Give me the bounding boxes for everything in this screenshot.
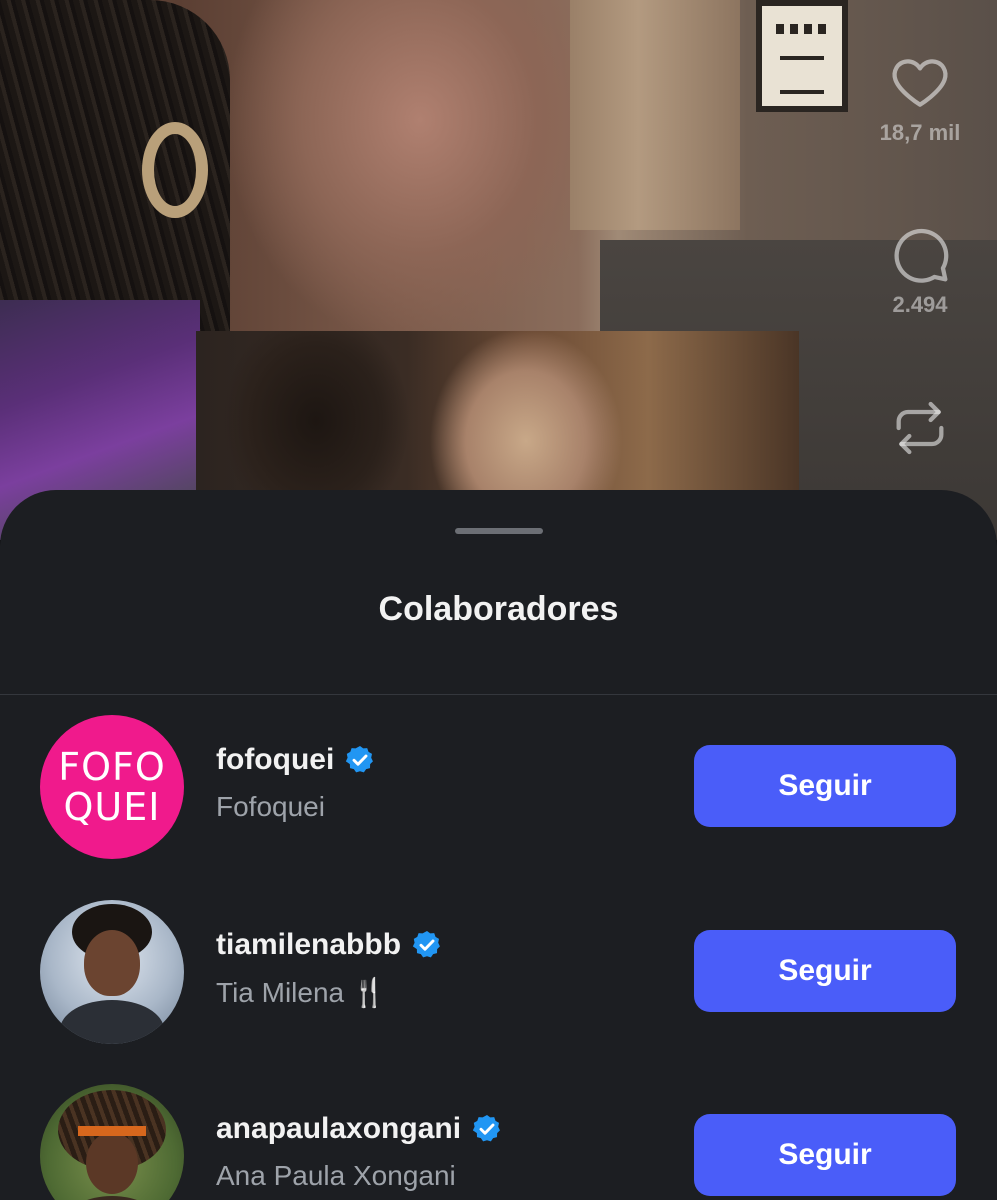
repost-icon[interactable] — [888, 396, 952, 460]
sheet-grabber[interactable] — [455, 528, 543, 534]
display-name: Ana Paula Xongani — [216, 1160, 456, 1191]
sheet-title: Colaboradores — [378, 590, 619, 628]
likes-count: 18,7 mil — [879, 120, 961, 145]
follow-button[interactable]: Seguir — [694, 930, 956, 1012]
avatar[interactable]: FOFO QUEI — [40, 715, 184, 859]
earring — [142, 122, 208, 218]
screen: 18,7 mil 2.494 Colaboradores FOFO QUEI f… — [0, 0, 997, 1200]
username[interactable]: tiamilenabbb — [216, 928, 443, 962]
verified-badge-icon — [346, 746, 374, 773]
avatar-logo-text: QUEI — [63, 785, 161, 829]
collaborator-row[interactable]: FOFO QUEI fofoquei Fofoquei Seguir — [0, 715, 997, 865]
avatar-face — [86, 1132, 138, 1194]
wall-poster — [756, 0, 848, 112]
avatar-headband — [78, 1126, 146, 1136]
avatar-body — [60, 1000, 164, 1044]
repost-action[interactable] — [870, 396, 970, 460]
avatar[interactable] — [40, 900, 184, 1044]
username[interactable]: anapaulaxongani — [216, 1112, 503, 1146]
username-text: fofoquei — [216, 743, 335, 776]
avatar-body — [66, 1196, 158, 1200]
video-player[interactable] — [0, 0, 997, 540]
follow-button[interactable]: Seguir — [694, 1114, 956, 1196]
username-text: tiamilenabbb — [216, 928, 402, 961]
verified-badge-icon — [472, 1115, 500, 1142]
collaborators-sheet: Colaboradores FOFO QUEI fofoquei Fofoque… — [0, 490, 997, 1200]
sheet-divider — [0, 694, 997, 695]
comment-icon[interactable] — [888, 222, 952, 286]
avatar-logo-text: FOFO — [58, 745, 166, 789]
follow-button[interactable]: Seguir — [694, 745, 956, 827]
username-text: anapaulaxongani — [216, 1112, 462, 1145]
like-action[interactable]: 18,7 mil — [870, 50, 970, 146]
avatar-face — [84, 930, 140, 996]
avatar[interactable] — [40, 1084, 184, 1200]
verified-badge-icon — [412, 931, 440, 958]
username[interactable]: fofoquei — [216, 743, 376, 777]
comments-count: 2.494 — [892, 292, 948, 317]
display-name: Tia Milena 🍴 — [216, 977, 387, 1008]
display-name: Fofoquei — [216, 791, 325, 822]
comment-action[interactable]: 2.494 — [870, 222, 970, 318]
background-shelf — [570, 0, 740, 230]
collaborator-row[interactable]: tiamilenabbb Tia Milena 🍴 Seguir — [0, 900, 997, 1050]
collaborator-row[interactable]: anapaulaxongani Ana Paula Xongani Seguir — [0, 1084, 997, 1200]
heart-icon[interactable] — [888, 50, 952, 114]
